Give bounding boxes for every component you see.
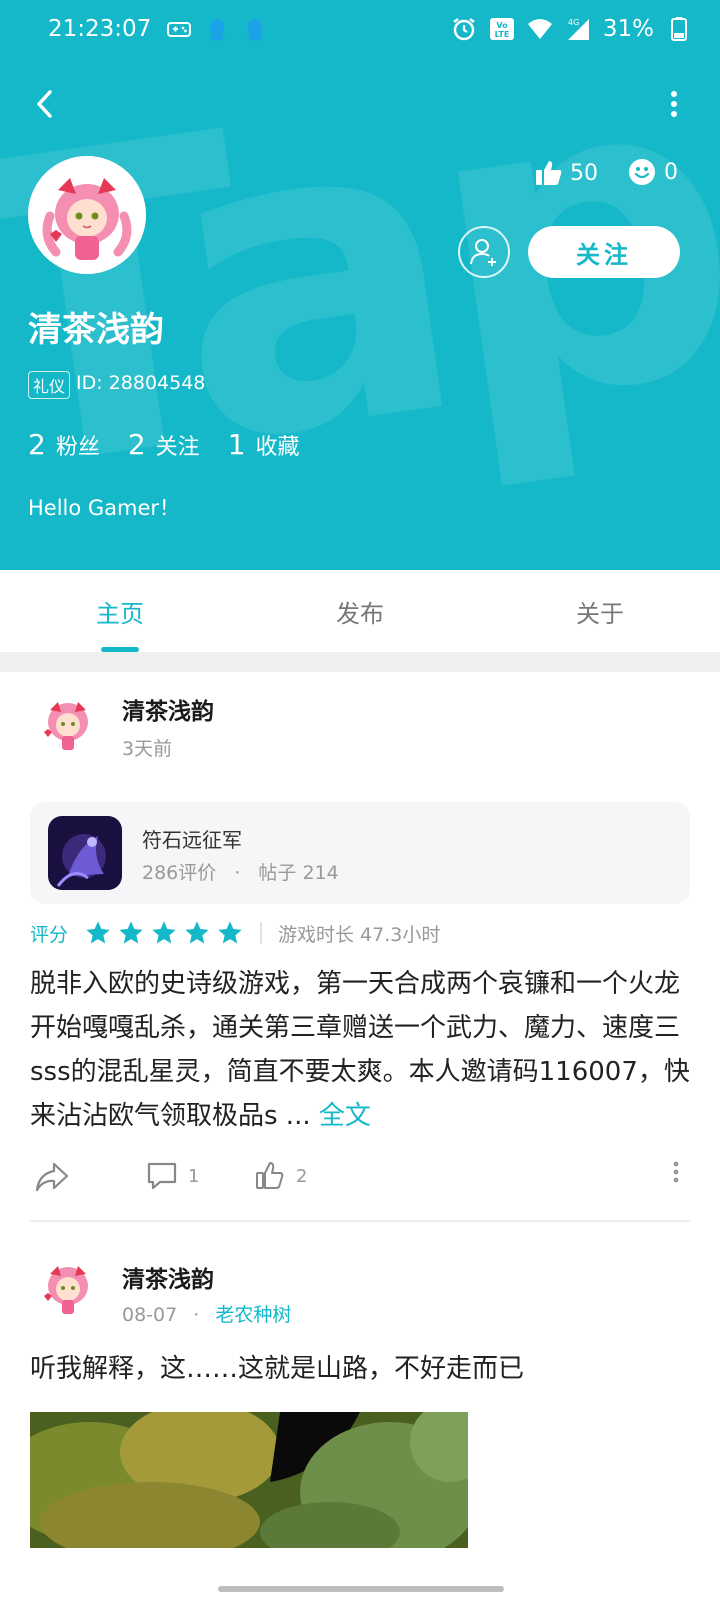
feed-post[interactable]: 清茶浅韵 08-07 · 老农种树 听我解释，这……这就是山路，不好走而已	[0, 1250, 720, 1570]
game-name: 符石远征军	[142, 828, 242, 852]
svg-text:4G: 4G	[568, 18, 579, 27]
play-time: 游戏时长 47.3小时	[278, 923, 441, 946]
likes-count: 50	[570, 160, 598, 186]
thumbs-up-icon	[256, 1162, 284, 1189]
anime-girl-avatar-icon	[44, 702, 88, 750]
star-icon	[152, 921, 176, 944]
profile-header: Tap 21:23:07 Vo LTE 4G 31% 50 0 关注 清茶浅韵 …	[0, 0, 720, 570]
post-time: 3天前	[122, 738, 173, 760]
etiquette-badge[interactable]: 礼仪	[28, 371, 71, 399]
forest-image	[30, 1412, 468, 1548]
post-author-avatar[interactable]	[36, 692, 100, 756]
add-user-icon	[470, 239, 496, 266]
avatar[interactable]	[28, 156, 146, 274]
share-icon	[35, 1162, 69, 1192]
more-vertical-icon	[673, 1161, 679, 1183]
comment-button[interactable]: 1	[146, 1160, 199, 1192]
game-card[interactable]: 符石远征军 286评价 · 帖子 214	[30, 802, 690, 904]
profile-username: 清茶浅韵	[28, 310, 164, 350]
read-more-link[interactable]: 全文	[319, 1101, 371, 1131]
star-rating	[84, 919, 244, 947]
post-actions: 1 2	[0, 1152, 720, 1202]
star-icon	[185, 921, 209, 944]
thumbs-up-icon	[536, 161, 562, 185]
post-topic-tag[interactable]: 老农种树	[215, 1304, 291, 1326]
star-icon	[119, 921, 143, 944]
game-meta: 286评价 · 帖子 214	[142, 858, 339, 885]
anime-girl-avatar-icon	[28, 156, 146, 274]
tab-home[interactable]: 主页	[0, 570, 240, 652]
game-reviews: 286评价	[142, 862, 217, 884]
smiles-count: 0	[664, 159, 678, 185]
comment-count: 1	[188, 1165, 200, 1187]
tab-about[interactable]: 关于	[480, 570, 720, 652]
star-icon	[86, 921, 110, 944]
like-count: 2	[296, 1165, 308, 1187]
svg-text:Vo: Vo	[496, 21, 508, 30]
rating-row: 评分 游戏时长 47.3小时	[30, 916, 440, 950]
qq-icon	[247, 19, 263, 41]
user-id: ID: 28804548	[76, 372, 206, 394]
favorites-count[interactable]: 1 收藏	[228, 428, 300, 461]
follow-button[interactable]: 关注	[528, 226, 680, 278]
post-image[interactable]	[30, 1412, 468, 1548]
post-time: 08-07	[122, 1304, 178, 1326]
feed-post[interactable]: 清茶浅韵 3天前 符石远征军 286评价 · 帖子 214 评分 游戏时长 47…	[0, 672, 720, 1250]
share-button[interactable]	[34, 1160, 70, 1194]
home-indicator[interactable]	[218, 1586, 504, 1592]
game-art-icon	[48, 816, 122, 890]
profile-tabs: 主页 发布 关于	[0, 570, 720, 652]
following-count[interactable]: 2 关注	[128, 428, 200, 461]
status-bar: 21:23:07 Vo LTE 4G 31%	[0, 0, 720, 64]
status-time: 21:23:07	[48, 16, 152, 42]
star-icon	[218, 921, 242, 944]
gamepad-icon	[167, 22, 191, 37]
post-text[interactable]: 听我解释，这……这就是山路，不好走而已	[30, 1348, 524, 1385]
anime-girl-avatar-icon	[44, 1266, 88, 1314]
fans-count[interactable]: 2 粉丝	[28, 428, 100, 461]
svg-text:LTE: LTE	[495, 30, 510, 39]
meta-dot: ·	[193, 1304, 200, 1326]
profile-bio: Hello Gamer！	[28, 496, 181, 520]
section-divider	[0, 652, 720, 672]
game-icon	[48, 816, 122, 890]
system-icons: Vo LTE 4G 31%	[451, 16, 692, 42]
rating-divider	[260, 922, 263, 944]
signal-4g-icon: 4G	[567, 18, 589, 40]
smile-icon	[629, 159, 655, 185]
post-meta: 08-07 · 老农种树	[122, 1300, 291, 1327]
game-post-count: 帖子 214	[258, 862, 339, 884]
notification-icons	[166, 16, 268, 42]
comment-icon	[147, 1162, 177, 1190]
post-author-avatar[interactable]	[36, 1256, 100, 1320]
likes-stat: 50	[534, 158, 598, 188]
more-options-button[interactable]	[664, 86, 684, 126]
tap-watermark: Tap	[0, 0, 720, 570]
post-divider	[30, 1220, 690, 1222]
add-friend-button[interactable]	[458, 226, 510, 278]
battery-percent: 31%	[602, 16, 654, 42]
back-button[interactable]	[26, 84, 66, 124]
volte-icon: VoLTE	[489, 18, 514, 40]
smiles-stat: 0	[628, 158, 678, 186]
post-more-button[interactable]	[672, 1160, 680, 1184]
alarm-icon	[453, 18, 475, 41]
tab-posts[interactable]: 发布	[240, 570, 480, 652]
post-author-name[interactable]: 清茶浅韵	[122, 1260, 214, 1294]
wifi-icon	[527, 19, 552, 39]
post-body[interactable]: 脱非入欧的史诗级游戏，第一天合成两个哀镰和一个火龙开始嘎嘎乱杀，通关第三章赠送一…	[30, 962, 692, 1138]
profile-counts: 2 粉丝 2 关注 1 收藏	[28, 428, 300, 461]
post-author-name[interactable]: 清茶浅韵	[122, 692, 214, 726]
battery-icon	[671, 17, 687, 41]
qq-icon	[209, 19, 225, 41]
rating-label: 评分	[30, 923, 69, 946]
like-button[interactable]: 2	[254, 1160, 307, 1192]
meta-dot: ·	[234, 862, 241, 884]
